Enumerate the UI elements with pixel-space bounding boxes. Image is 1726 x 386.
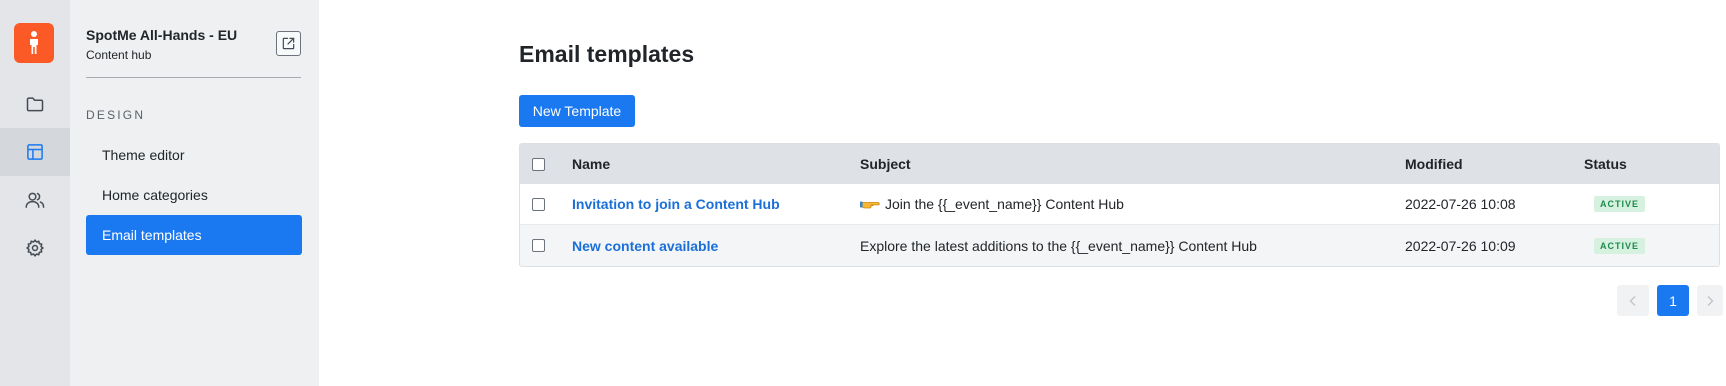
rail-item-design[interactable] <box>0 128 70 176</box>
status-badge: ACTIVE <box>1594 196 1646 212</box>
rail-item-content[interactable] <box>0 80 70 128</box>
table-header: Name Subject Modified Status <box>520 144 1719 184</box>
page-title: Email templates <box>519 41 695 67</box>
event-title: SpotMe All-Hands - EU <box>86 27 238 43</box>
sidebar-item-home-categories[interactable]: Home categories <box>86 175 302 215</box>
table-row: New content available Explore the latest… <box>520 225 1719 266</box>
pagination-next-button[interactable] <box>1697 285 1723 316</box>
chevron-right-icon <box>1707 295 1714 306</box>
template-name-link[interactable]: Invitation to join a Content Hub <box>572 184 780 224</box>
pointing-hand-emoji-icon <box>860 197 880 211</box>
sidebar-item-theme-editor[interactable]: Theme editor <box>86 135 302 175</box>
rail-item-people[interactable] <box>0 176 70 224</box>
column-header-subject[interactable]: Subject <box>860 144 911 184</box>
subject-text: Join the {{_event_name}} Content Hub <box>885 196 1124 212</box>
column-header-name[interactable]: Name <box>572 144 610 184</box>
column-header-status[interactable]: Status <box>1584 144 1627 184</box>
app-logo[interactable] <box>14 23 54 63</box>
status-badge: ACTIVE <box>1594 237 1646 254</box>
template-subject: Join the {{_event_name}} Content Hub <box>860 184 1124 224</box>
sidebar: SpotMe All-Hands - EU Content hub DESIGN… <box>70 0 319 386</box>
email-templates-table: Name Subject Modified Status Invitation … <box>519 143 1720 267</box>
layout-icon <box>27 144 43 160</box>
select-all-checkbox[interactable] <box>532 157 545 171</box>
template-subject: Explore the latest additions to the {{_e… <box>860 237 1257 254</box>
folder-icon <box>26 97 44 112</box>
status-cell: ACTIVE <box>1594 184 1646 224</box>
gear-icon <box>26 239 44 257</box>
event-subtitle: Content hub <box>86 48 152 62</box>
row-checkbox[interactable] <box>532 197 545 211</box>
modified-date: 2022-07-26 10:09 <box>1405 237 1516 254</box>
app-rail <box>0 0 70 386</box>
open-external-button[interactable] <box>276 31 301 56</box>
chevron-left-icon <box>1629 295 1636 306</box>
sidebar-item-email-templates[interactable]: Email templates <box>86 215 302 255</box>
users-icon <box>25 192 45 208</box>
rail-item-settings[interactable] <box>0 224 70 272</box>
template-name-link[interactable]: New content available <box>572 225 718 266</box>
row-checkbox[interactable] <box>532 239 545 252</box>
status-cell: ACTIVE <box>1594 225 1646 266</box>
sidebar-divider <box>86 77 301 78</box>
person-logo-icon <box>30 31 38 54</box>
column-header-modified[interactable]: Modified <box>1405 144 1463 184</box>
table-row: Invitation to join a Content Hub Join th… <box>520 184 1719 225</box>
new-template-button[interactable]: New Template <box>519 95 635 127</box>
external-link-icon <box>282 37 295 50</box>
pagination-prev-button[interactable] <box>1617 285 1649 316</box>
pagination-page-1[interactable]: 1 <box>1657 285 1689 316</box>
modified-date: 2022-07-26 10:08 <box>1405 196 1516 212</box>
section-heading-design: DESIGN <box>86 108 146 122</box>
